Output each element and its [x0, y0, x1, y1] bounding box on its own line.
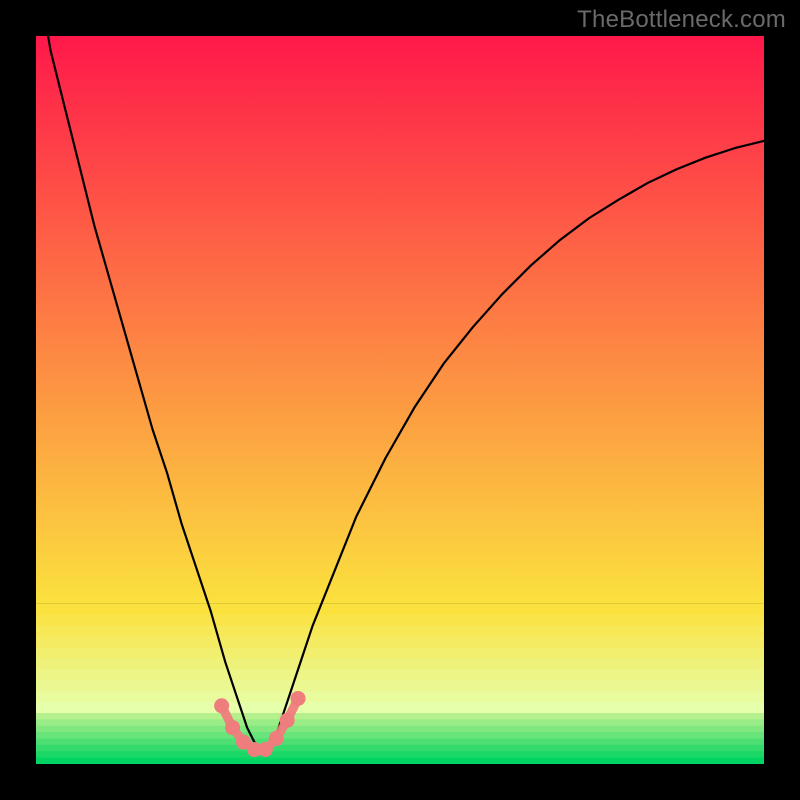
- gradient-band-green: [36, 745, 764, 752]
- gradient-band-green: [36, 726, 764, 733]
- gradient-band-yellow: [36, 626, 764, 638]
- gradient-band-yellow: [36, 702, 764, 714]
- gradient-band-yellow: [36, 615, 764, 627]
- gradient-band-yellow: [36, 669, 764, 681]
- gradient-band-yellow: [36, 691, 764, 703]
- gradient-band-green: [36, 751, 764, 758]
- gradient-band-green: [36, 758, 764, 764]
- gradient-band-green: [36, 719, 764, 726]
- gradient-band-yellow: [36, 658, 764, 670]
- chart-canvas: [36, 36, 764, 764]
- threshold-marker: [291, 691, 306, 706]
- threshold-marker: [214, 698, 229, 713]
- gradient-band-yellow: [36, 604, 764, 616]
- gradient-band-green: [36, 732, 764, 739]
- gradient-band-yellow: [36, 648, 764, 660]
- gradient-band-green: [36, 713, 764, 720]
- threshold-marker: [280, 713, 295, 728]
- gradient-band-yellow: [36, 637, 764, 649]
- watermark-text: TheBottleneck.com: [577, 6, 786, 34]
- gradient-band-yellow: [36, 680, 764, 692]
- gradient-top: [36, 36, 764, 604]
- outer-frame: TheBottleneck.com: [0, 0, 800, 800]
- gradient-band-green: [36, 739, 764, 746]
- threshold-marker: [269, 731, 284, 746]
- threshold-marker: [258, 742, 273, 757]
- threshold-marker: [225, 720, 240, 735]
- chart-svg: [36, 36, 764, 764]
